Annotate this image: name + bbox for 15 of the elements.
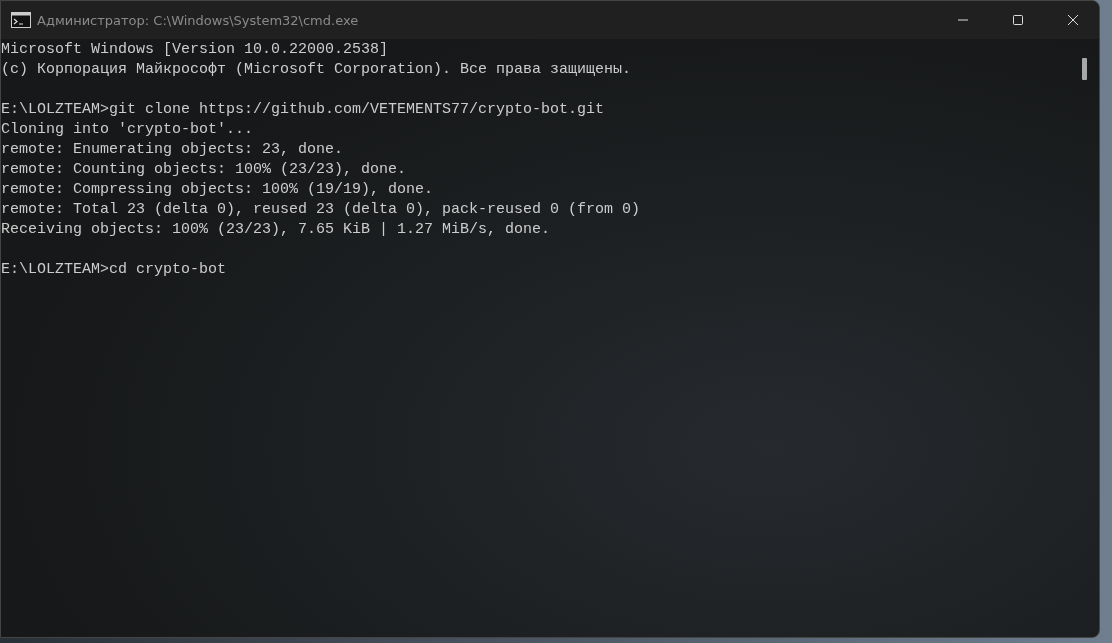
console-line: Cloning into 'crypto-bot'... (1, 120, 254, 140)
scrollbar-thumb[interactable] (1082, 58, 1087, 80)
console-line: (c) Корпорация Майкрософт (Microsoft Corporation). Все права защищены. (1, 60, 632, 80)
console-line: E:\LOLZTEAM>git clone https://github.com/VETEMENTS77/crypto-bot.git (1, 100, 605, 120)
maximize-icon (1011, 14, 1024, 26)
console-line: remote: Counting objects: 100% (23/23), done. (1, 160, 407, 180)
console-line: E:\LOLZTEAM>cd crypto-bot (1, 260, 227, 280)
close-icon (1066, 14, 1079, 26)
console-line: remote: Enumerating objects: 23, done. (1, 140, 344, 160)
console-line: Microsoft Windows [Version 10.0.22000.2538] (1, 40, 389, 60)
console-line: remote: Compressing objects: 100% (19/19), done. (1, 180, 434, 200)
console-line: remote: Total 23 (delta 0), reused 23 (delta 0), pack-reused 0 (from 0) (1, 200, 641, 220)
console-icon (11, 12, 31, 28)
console-line: Receiving objects: 100% (23/23), 7.65 KiB | 1.27 MiB/s, done. (1, 220, 551, 240)
window-title: Администратор: C:\Windows\System32\cmd.exe (37, 12, 360, 28)
